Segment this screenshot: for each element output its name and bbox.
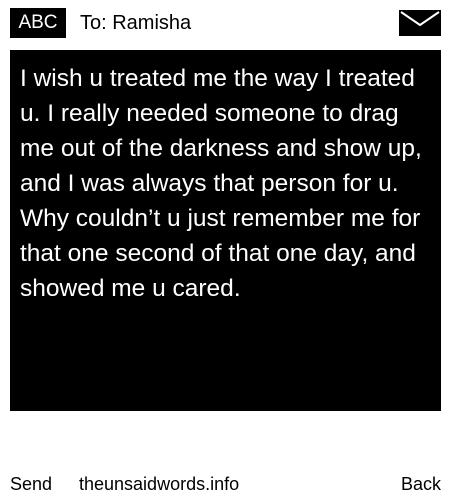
softkey-bar: Send theunsaidwords.info Back bbox=[0, 470, 450, 498]
back-button[interactable]: Back bbox=[401, 470, 441, 498]
send-button[interactable]: Send bbox=[10, 470, 52, 498]
website-label: theunsaidwords.info bbox=[79, 474, 240, 494]
message-body[interactable]: I wish u treated me the way I treated u.… bbox=[20, 61, 431, 306]
recipient-label: To: Ramisha bbox=[80, 12, 192, 34]
envelope-icon bbox=[399, 10, 441, 36]
message-header: ABC To: Ramisha bbox=[0, 0, 450, 48]
message-compose-area[interactable]: I wish u treated me the way I treated u.… bbox=[10, 50, 441, 411]
input-mode-badge[interactable]: ABC bbox=[10, 8, 66, 38]
